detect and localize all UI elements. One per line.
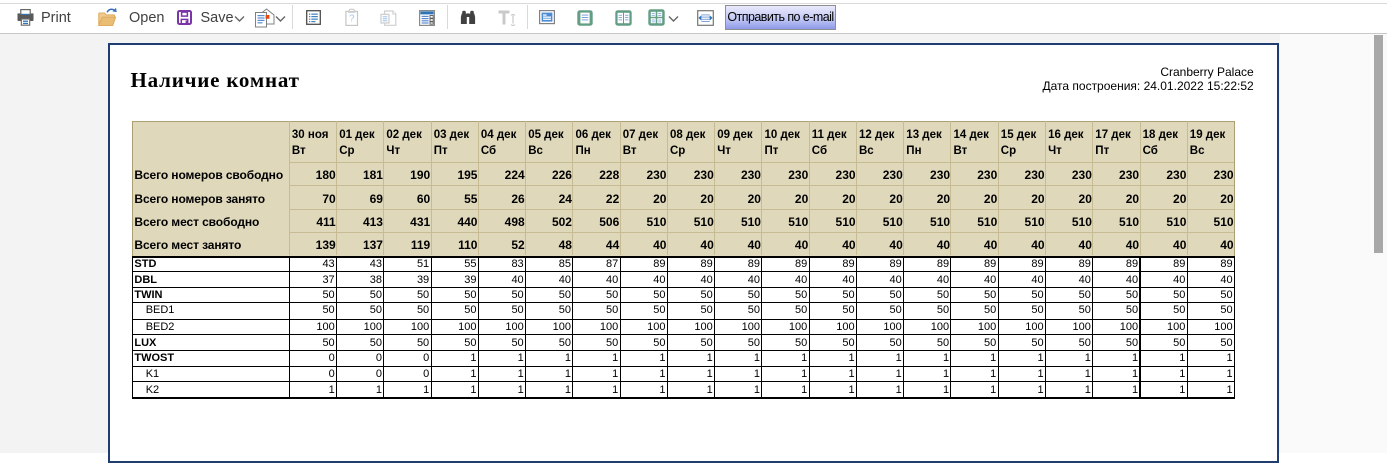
svg-text:?: ? xyxy=(349,14,355,25)
